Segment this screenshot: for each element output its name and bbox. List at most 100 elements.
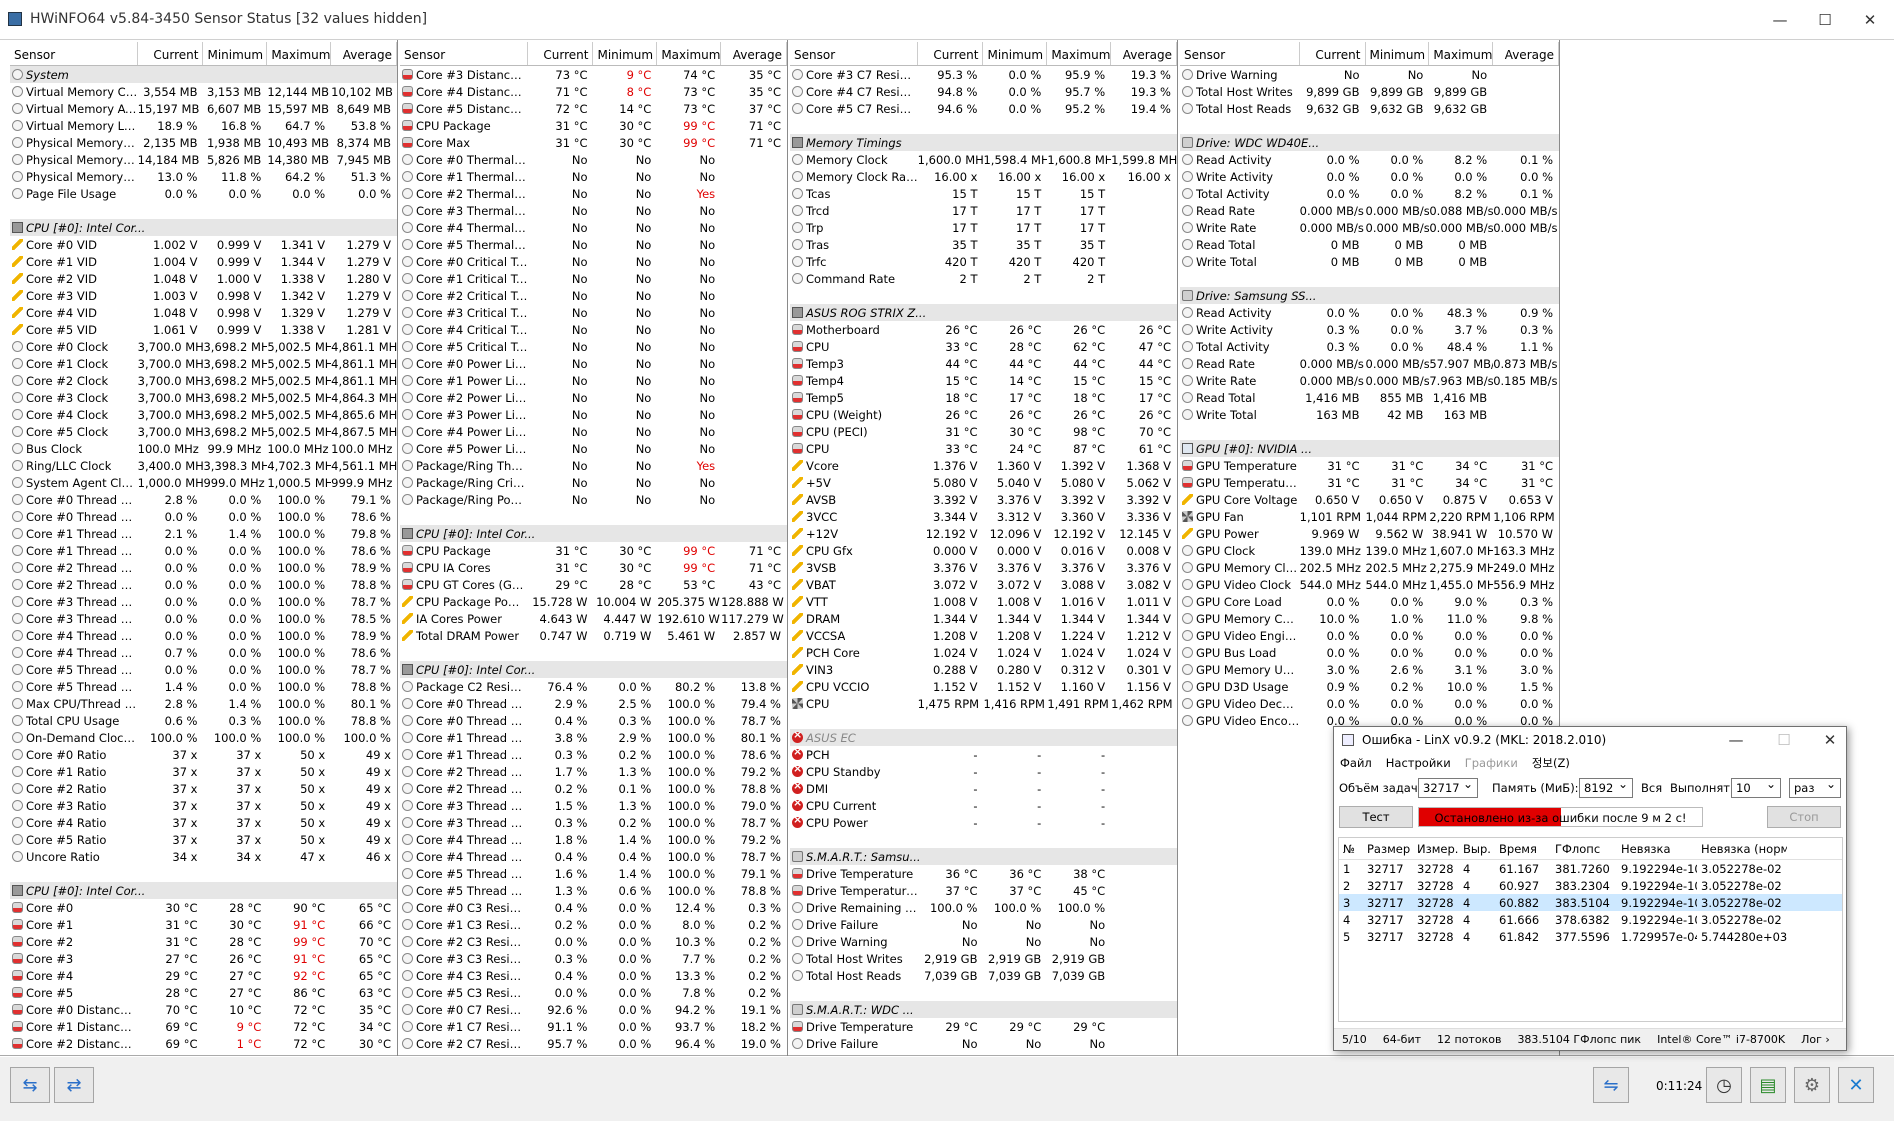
sensor-row[interactable]: Core #4 Ratio 37 x 37 x 50 x 49 x [10,814,397,831]
close-x-icon[interactable]: ✕ [1838,1067,1874,1103]
column-header-minimum[interactable]: Minimum [983,42,1048,65]
sensor-row[interactable]: Core #4 Power Limi...NoNoNo [400,423,787,440]
sensor-row[interactable]: Ring/LLC Clock3,400.0 MHz3,398.3 MHz4,70… [10,457,397,474]
sensor-row[interactable]: GPU Memory Clock 202.5 MHz 202.5 MHz 2,275.… [1180,559,1559,576]
results-header-cell[interactable]: Измер. [1413,842,1459,856]
sensor-row[interactable]: GPU Clock139.0 MHz139.0 MHz1,607.0 MHz16… [1180,542,1559,559]
results-row[interactable]: 3 32717 32728 4 60.882 383.5104 9.192294e-10 3.… [1339,894,1842,911]
sensor-row[interactable]: Core #5 C7 Reside... 94.6 % 0.0 % 95.2 % 19.… [790,100,1177,117]
sensor-row[interactable]: Tcas 15 T 15 T 15 T [790,185,1177,202]
menu-settings[interactable]: Настройки [1386,756,1451,770]
sensor-row[interactable]: Core #3 Thread #1... 0.0 % 0.0 % 100.0 % 78.… [10,610,397,627]
sensor-group-header[interactable]: Memory Timings [790,134,1177,151]
results-header-cell[interactable]: Время [1495,842,1551,856]
sensor-row[interactable]: Core #0 Thread #1... 0.0 % 0.0 % 100.0 % 78.… [10,508,397,525]
sensor-group-header[interactable]: ASUS ROG STRIX Z... [790,304,1177,321]
sensor-row[interactable]: Write Rate 0.000 MB/s 0.000 MB/s 7.963 MB/s… [1180,372,1559,389]
sensor-row[interactable]: Core #5 Thread #1... 1.4 % 0.0 % 100.0 % 78.… [10,678,397,695]
sensor-row[interactable]: Core #4 Clock3,700.0 MHz3,698.2 MHz5,002… [10,406,397,423]
sensor-row[interactable]: Write Total 163 MB 42 MB 163 MB [1180,406,1559,423]
column-header-current[interactable]: Current [1300,42,1366,65]
sensor-row[interactable]: Core #4 Thread 0 ... 1.8 % 1.4 % 100.0 % 79.… [400,831,787,848]
sensor-row[interactable]: Virtual Memory Load 18.9 % 16.8 % 64.7 % 53.… [10,117,397,134]
sensor-row[interactable]: System Agent Clock 1,000.0 MHz 999.0 MHz 1,… [10,474,397,491]
dialog-status-item[interactable]: Лог › [1793,1033,1838,1046]
sensor-row[interactable]: Virtual Memory Com...3,554 MB3,153 MB12,… [10,83,397,100]
sensor-row[interactable]: CPU GT Cores (Gra... 29 °C 28 °C 53 °C 43 °C [400,576,787,593]
sensor-row[interactable]: Core #5 VID 1.061 V 0.999 V 1.338 V 1.281 V [10,321,397,338]
sensor-row[interactable]: Drive Temperature 29 °C 29 °C 29 °C [790,1018,1177,1035]
column-header-sensor[interactable]: Sensor [790,42,918,65]
column-header-sensor[interactable]: Sensor [400,42,528,65]
sensor-row[interactable]: Package/Ring Powe... No No No [400,491,787,508]
sensor-row[interactable]: Core #0 Distance t... 70 °C 10 °C 72 °C 35 °… [10,1001,397,1018]
sensor-row[interactable]: Core #2 Clock3,700.0 MHz3,698.2 MHz5,002… [10,372,397,389]
sensor-row[interactable]: Core #3 Clock3,700.0 MHz3,698.2 MHz5,002… [10,389,397,406]
column-header-average[interactable]: Average [1111,42,1177,65]
sensor-row[interactable]: Total Activity 0.3 % 0.0 % 48.4 % 1.1 % [1180,338,1559,355]
sensor-row[interactable]: Vcore 1.376 V 1.360 V 1.392 V 1.368 V [790,457,1177,474]
sensor-row[interactable]: Core #1 Power Limi...NoNoNo [400,372,787,389]
sensor-row[interactable]: Page File Usage 0.0 % 0.0 % 0.0 % 0.0 % [10,185,397,202]
sensor-row[interactable]: CPU Package 31 °C 30 °C 99 °C 71 °C [400,117,787,134]
sensor-row[interactable]: Read Total 1,416 MB 855 MB 1,416 MB [1180,389,1559,406]
sensor-row[interactable]: Total Host Reads 9,632 GB 9,632 GB 9,632 GB [1180,100,1559,117]
sensor-row[interactable]: Core #3 Thread 1 ... 0.3 % 0.2 % 100.0 % 78.… [400,814,787,831]
results-header-cell[interactable]: Размер [1363,842,1413,856]
sensor-row[interactable]: Motherboard 26 °C 26 °C 26 °C 26 °C [790,321,1177,338]
sensor-row[interactable]: +12V 12.192 V 12.096 V 12.192 V 12.145 V [790,525,1177,542]
sensor-row[interactable]: Physical Memory Used2,135 MB1,938 MB10,4… [10,134,397,151]
sensor-row[interactable]: Core #2 Critical Te... No No No [400,287,787,304]
sensor-row[interactable]: Core #2 Thermal T... No No Yes [400,185,787,202]
sensor-row[interactable]: Core #2 Thread 0 ... 1.7 % 1.3 % 100.0 % 79.… [400,763,787,780]
sensor-group-header[interactable]: System [10,66,397,83]
sensor-row[interactable]: Core #3 Ratio 37 x 37 x 50 x 49 x [10,797,397,814]
sensor-row[interactable]: Core #2 C3 Reside... 0.0 % 0.0 % 10.3 % 0.2 … [400,933,787,950]
column-header-current[interactable]: Current [918,42,984,65]
sensor-row[interactable]: Drive Warning No No No [1180,66,1559,83]
sensor-group-header[interactable]: CPU [#0]: Intel Cor... [400,525,787,542]
sensor-row[interactable]: Core #0 C3 Reside... 0.4 % 0.0 % 12.4 % 0.3 … [400,899,787,916]
sensor-row[interactable]: DMI--- [790,780,1177,797]
sensor-row[interactable]: Read Activity 0.0 % 0.0 % 48.3 % 0.9 % [1180,304,1559,321]
sensor-row[interactable]: Core #3 C7 Reside... 95.3 % 0.0 % 95.9 % 19.… [790,66,1177,83]
menu-info[interactable]: 정보(Z) [1532,755,1570,771]
sensor-row[interactable]: GPU Temperature (...31 °C31 °C34 °C31 °C [1180,474,1559,491]
report-icon[interactable]: ▤ [1750,1067,1786,1103]
sensor-row[interactable]: VCCSA 1.208 V 1.208 V 1.224 V 1.212 V [790,627,1177,644]
network-icon[interactable]: ⇋ [1593,1067,1629,1103]
column-header-average[interactable]: Average [721,42,787,65]
sensor-row[interactable]: GPU Bus Load 0.0 % 0.0 % 0.0 % 0.0 % [1180,644,1559,661]
sensor-row[interactable]: CPU VCCIO 1.152 V 1.152 V 1.160 V 1.156 V [790,678,1177,695]
sensor-row[interactable]: Core #2 31 °C 28 °C 99 °C 70 °C [10,933,397,950]
sensor-row[interactable]: VTT 1.008 V 1.008 V 1.016 V 1.011 V [790,593,1177,610]
sensor-row[interactable]: Core #0 Thread 0 ... 2.9 % 2.5 % 100.0 % 79.… [400,695,787,712]
sensor-group-header[interactable]: Drive: Samsung SS... [1180,287,1559,304]
sensor-row[interactable]: Memory Clock Ratio 16.00 x 16.00 x 16.00 x1… [790,168,1177,185]
column-header-sensor[interactable]: Sensor [10,42,138,65]
sensor-row[interactable]: IA Cores Power 4.643 W 4.447 W 192.610 W 117… [400,610,787,627]
sensor-row[interactable]: Core #5 Thread #0... 0.0 % 0.0 % 100.0 % 78.… [10,661,397,678]
results-header-cell[interactable]: Невязка [1617,842,1697,856]
next-arrow-icon[interactable]: ⇄ [54,1067,94,1103]
sensor-row[interactable]: GPU Core Voltage 0.650 V 0.650 V 0.875 V 0.6… [1180,491,1559,508]
sensor-row[interactable]: CPU 33 °C 24 °C 87 °C 61 °C [790,440,1177,457]
sensor-row[interactable]: Core #5 Ratio 37 x 37 x 50 x 49 x [10,831,397,848]
sensor-row[interactable]: Drive Remaining Life 100.0 % 100.0 % 100.0 … [790,899,1177,916]
sensor-row[interactable]: Total Host Writes 2,919 GB 2,919 GB 2,919 G… [790,950,1177,967]
sensor-row[interactable]: CPU Standby--- [790,763,1177,780]
sensor-row[interactable]: Core #0 VID 1.002 V 0.999 V 1.341 V 1.279 V [10,236,397,253]
sensor-row[interactable]: Core #5 Thread 0 ... 1.6 % 1.4 % 100.0 % 79.… [400,865,787,882]
column-header-maximum[interactable]: Maximum [267,42,332,65]
sensor-row[interactable]: Core #1 Thread #1... 0.0 % 0.0 % 100.0 % 78.… [10,542,397,559]
sensor-row[interactable]: VIN3 0.288 V 0.280 V 0.312 V 0.301 V [790,661,1177,678]
sensor-row[interactable]: GPU Fan 1,101 RPM 1,044 RPM 2,220 RPM 1,106 … [1180,508,1559,525]
results-row[interactable]: 2 32717 32728 4 60.927 383.2304 9.192294e-10 3.… [1339,877,1842,894]
sensor-row[interactable]: Package C2 Reside... 76.4 % 0.0 % 80.2 % 13.… [400,678,787,695]
sensor-row[interactable]: Core #3 Distance t... 73 °C 9 °C 74 °C 35 °C [400,66,787,83]
sensor-row[interactable]: Core #5 C3 Reside... 0.0 % 0.0 % 7.8 % 0.2 % [400,984,787,1001]
sensor-row[interactable]: On-Demand Clock ... 100.0 % 100.0 % 100.0 %… [10,729,397,746]
task-size-select[interactable]: 32717 [1418,777,1478,798]
sensor-row[interactable]: CPU (Weight) 26 °C 26 °C 26 °C 26 °C [790,406,1177,423]
sensor-row[interactable]: GPU Core Load 0.0 % 0.0 % 9.0 % 0.3 % [1180,593,1559,610]
